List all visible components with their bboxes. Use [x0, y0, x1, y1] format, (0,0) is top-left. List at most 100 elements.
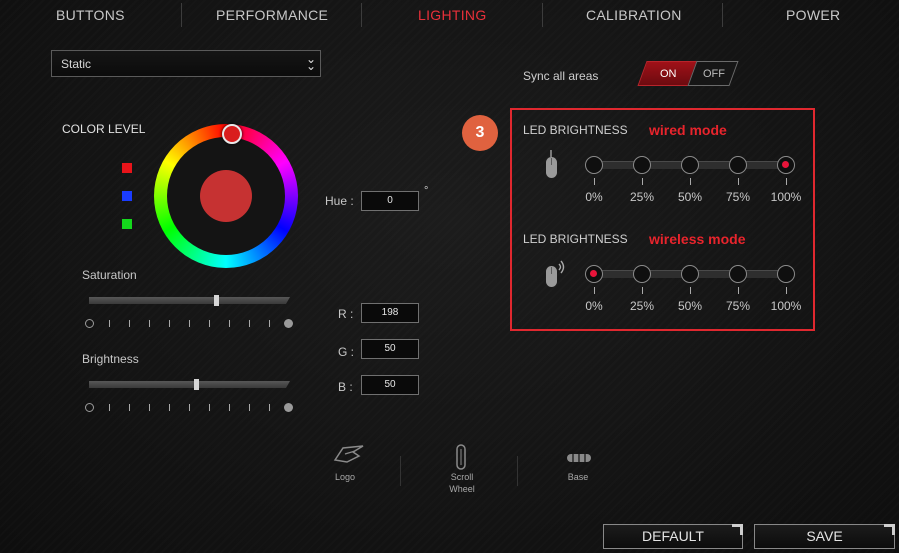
saturation-thumb[interactable] [213, 295, 219, 306]
wired-level-node[interactable] [633, 156, 651, 174]
slider-min-marker [85, 319, 94, 328]
led-brightness-panel: LED BRIGHTNESS wired mode 0% 25% 50% 75% 100… [510, 108, 815, 331]
wireless-level-label: 50% [677, 299, 703, 313]
slider-max-marker [284, 319, 293, 328]
wireless-level-tick [738, 287, 739, 294]
wired-level-tick [690, 178, 691, 185]
rog-logo-icon[interactable] [333, 444, 367, 464]
wireless-level-tick [786, 287, 787, 294]
wired-level-label: 0% [585, 190, 603, 204]
wired-level-node[interactable] [585, 156, 603, 174]
wired-level-label: 25% [629, 190, 655, 204]
slider-tick [149, 404, 150, 411]
brightness-thumb[interactable] [193, 379, 199, 390]
slider-tick [169, 320, 170, 327]
wireless-level-tick [642, 287, 643, 294]
r-input[interactable]: 198 [361, 303, 419, 323]
lighting-effect-dropdown[interactable]: Static ⌄ ⌄ [51, 50, 321, 77]
slider-tick [149, 320, 150, 327]
red-swatch[interactable] [122, 163, 132, 173]
blue-swatch[interactable] [122, 191, 132, 201]
wired-led-title: LED BRIGHTNESS [523, 123, 628, 137]
tab-buttons[interactable]: BUTTONS [56, 7, 125, 23]
wired-level-tick [594, 178, 595, 185]
wireless-level-label: 75% [725, 299, 751, 313]
wired-level-tick [738, 178, 739, 185]
color-wheel[interactable] [154, 124, 298, 268]
slider-tick [249, 404, 250, 411]
slider-tick [109, 320, 110, 327]
default-button[interactable]: DEFAULT [603, 524, 743, 549]
wired-level-node[interactable] [729, 156, 747, 174]
color-level-title: COLOR LEVEL [62, 122, 146, 136]
wireless-mode-label: wireless mode [649, 231, 746, 247]
area-divider [517, 456, 518, 486]
slider-tick [269, 404, 270, 411]
tab-performance[interactable]: PERFORMANCE [216, 7, 328, 23]
slider-tick [129, 320, 130, 327]
wired-level-label: 50% [677, 190, 703, 204]
b-input[interactable]: 50 [361, 375, 419, 395]
wireless-level-tick [594, 287, 595, 294]
wireless-level-tick [690, 287, 691, 294]
current-color-preview [200, 170, 252, 222]
wireless-level-node[interactable] [585, 265, 603, 283]
wired-level-label: 100% [770, 190, 802, 204]
wired-level-tick [642, 178, 643, 185]
area-logo-label[interactable]: Logo [315, 471, 375, 483]
wireless-level-node[interactable] [777, 265, 795, 283]
sync-off-label: OFF [703, 68, 725, 80]
brightness-track[interactable] [89, 381, 290, 388]
sync-all-areas-label: Sync all areas [523, 69, 599, 83]
slider-tick [129, 404, 130, 411]
slider-tick [229, 404, 230, 411]
mouse-base-icon[interactable] [566, 452, 592, 464]
wired-level-node[interactable] [681, 156, 699, 174]
wired-level-node[interactable] [777, 156, 795, 174]
top-navigation: BUTTONS PERFORMANCE LIGHTING CALIBRATION… [0, 0, 899, 30]
tab-divider [722, 3, 723, 27]
lighting-effect-value: Static [61, 57, 92, 71]
g-input[interactable]: 50 [361, 339, 419, 359]
slider-tick [249, 320, 250, 327]
save-button[interactable]: SAVE [754, 524, 895, 549]
chevron-down-icon: ⌄ ⌄ [305, 52, 316, 73]
g-label: G : [338, 345, 355, 359]
tab-calibration[interactable]: CALIBRATION [586, 7, 682, 23]
wireless-level-node[interactable] [633, 265, 651, 283]
tab-power[interactable]: POWER [786, 7, 840, 23]
saturation-track[interactable] [89, 297, 290, 304]
area-scroll-wheel-label[interactable]: Scroll Wheel [432, 471, 492, 495]
wired-mode-label: wired mode [649, 122, 727, 138]
slider-max-marker [284, 403, 293, 412]
tab-lighting[interactable]: LIGHTING [418, 7, 487, 23]
hue-label: Hue : [325, 194, 354, 208]
tab-divider [181, 3, 182, 27]
step-badge: 3 [462, 115, 498, 151]
wired-level-tick [786, 178, 787, 185]
b-label: B : [338, 380, 353, 394]
tab-divider [542, 3, 543, 27]
wireless-level-label: 100% [770, 299, 802, 313]
slider-tick [109, 404, 110, 411]
wireless-level-label: 25% [629, 299, 655, 313]
slider-tick [229, 320, 230, 327]
wireless-level-node[interactable] [681, 265, 699, 283]
wireless-led-title: LED BRIGHTNESS [523, 232, 628, 246]
hue-input[interactable]: 0 [361, 191, 419, 211]
slider-tick [209, 320, 210, 327]
sync-toggle[interactable]: ON OFF [636, 61, 740, 86]
color-wheel-knob[interactable] [222, 124, 242, 144]
saturation-label: Saturation [82, 268, 137, 282]
brightness-label: Brightness [82, 352, 139, 366]
sync-on-label: ON [660, 68, 677, 80]
green-swatch[interactable] [122, 219, 132, 229]
slider-tick [209, 404, 210, 411]
wireless-level-node[interactable] [729, 265, 747, 283]
slider-min-marker [85, 403, 94, 412]
wired-level-label: 75% [725, 190, 751, 204]
slider-tick [269, 320, 270, 327]
scroll-wheel-icon[interactable] [455, 444, 467, 470]
area-base-label[interactable]: Base [548, 471, 608, 483]
slider-tick [189, 320, 190, 327]
